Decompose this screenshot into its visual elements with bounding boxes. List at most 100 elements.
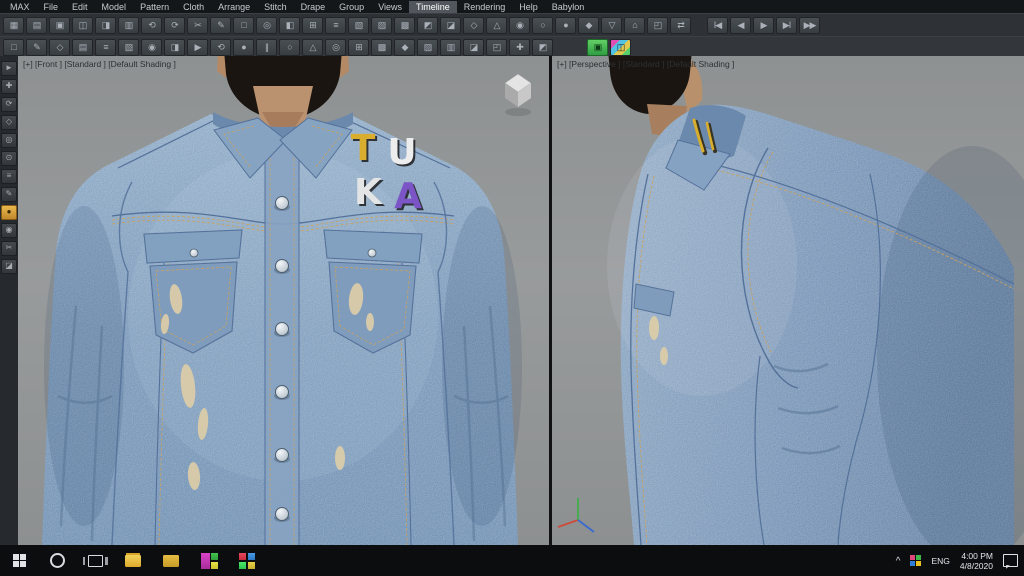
seam-tool-icon[interactable]: ▤ xyxy=(72,39,93,56)
menu-edit[interactable]: Edit xyxy=(65,1,95,13)
brush-icon[interactable]: ● xyxy=(1,205,17,220)
hidden-icons-chevron-icon[interactable]: ^ xyxy=(896,556,901,567)
layer-panel-icon[interactable]: ◩ xyxy=(417,17,438,34)
export-file-icon[interactable]: ◨ xyxy=(95,17,116,34)
print-icon[interactable]: ▥ xyxy=(118,17,139,34)
viewport-front[interactable]: [+] [Front ] [Standard ] [Default Shadin… xyxy=(18,56,549,545)
sync-views-icon[interactable]: ⇄ xyxy=(670,17,691,34)
pin-toggle-icon[interactable]: ◆ xyxy=(394,39,415,56)
menu-pattern[interactable]: Pattern xyxy=(133,1,176,13)
scissors-icon[interactable]: ✂ xyxy=(1,241,17,256)
menu-arrange[interactable]: Arrange xyxy=(211,1,257,13)
measure-tape-icon[interactable]: ≡ xyxy=(325,17,346,34)
edit-points-icon[interactable]: ✎ xyxy=(26,39,47,56)
pattern-panel-icon[interactable]: ▧ xyxy=(348,17,369,34)
sew-preview-icon[interactable]: ▧ xyxy=(118,39,139,56)
fill-tool-icon[interactable]: ● xyxy=(555,17,576,34)
step-back-icon[interactable]: ◀ xyxy=(730,17,751,34)
fold-tool-icon[interactable]: ◨ xyxy=(164,39,185,56)
menu-model[interactable]: Model xyxy=(95,1,134,13)
pause-sim-icon[interactable]: || xyxy=(256,39,277,56)
add-notch-icon[interactable]: ◇ xyxy=(49,39,70,56)
wireframe-view-icon[interactable]: ▥ xyxy=(440,39,461,56)
camera-view-icon[interactable]: ◰ xyxy=(647,17,668,34)
menu-file[interactable]: File xyxy=(37,1,66,13)
language-indicator[interactable]: ENG xyxy=(931,556,949,566)
menu-max[interactable]: MAX xyxy=(3,1,37,13)
menu-views[interactable]: Views xyxy=(371,1,409,13)
seam-toggle-icon[interactable]: ▩ xyxy=(371,39,392,56)
texture-view-icon[interactable]: ▨ xyxy=(417,39,438,56)
select-rect-icon[interactable]: □ xyxy=(233,17,254,34)
save-file-icon[interactable]: ▣ xyxy=(49,17,70,34)
pen-icon[interactable]: ✎ xyxy=(1,187,17,202)
menu-cloth[interactable]: Cloth xyxy=(176,1,211,13)
pan-icon[interactable]: ◎ xyxy=(1,133,17,148)
play-icon[interactable]: ▶ xyxy=(753,17,774,34)
move-icon[interactable]: ✚ xyxy=(1,79,17,94)
tray-app-icon[interactable] xyxy=(910,555,921,566)
task-view-button[interactable] xyxy=(76,545,114,576)
grid-toggle-icon[interactable]: ⊞ xyxy=(348,39,369,56)
menu-babylon[interactable]: Babylon xyxy=(545,1,592,13)
walkthrough-icon[interactable]: ◎ xyxy=(325,39,346,56)
rotate-tool-icon[interactable]: ◎ xyxy=(256,17,277,34)
circle-tool-icon[interactable]: ○ xyxy=(532,17,553,34)
design-app-1-icon[interactable] xyxy=(190,545,228,576)
magnet-icon[interactable]: ◪ xyxy=(1,259,17,274)
select-icon[interactable]: ► xyxy=(1,61,17,76)
file-explorer-icon[interactable] xyxy=(114,545,152,576)
menu-group[interactable]: Group xyxy=(332,1,371,13)
measure-icon[interactable]: ≡ xyxy=(1,169,17,184)
render-3d-icon[interactable]: ▣ xyxy=(587,39,608,56)
view-cube[interactable] xyxy=(505,74,531,116)
clock[interactable]: 4:00 PM 4/8/2020 xyxy=(960,551,993,571)
material-editor-icon[interactable]: ◫ xyxy=(610,39,631,56)
home-view-icon[interactable]: ⌂ xyxy=(624,17,645,34)
perspective-view-canvas[interactable] xyxy=(552,56,1024,545)
menu-help[interactable]: Help xyxy=(512,1,545,13)
menu-stitch[interactable]: Stitch xyxy=(257,1,294,13)
go-to-start-icon[interactable]: I◀ xyxy=(707,17,728,34)
colorway-icon[interactable]: ◩ xyxy=(532,39,553,56)
simulate-icon[interactable]: ● xyxy=(233,39,254,56)
stitch-tool-icon[interactable]: ≡ xyxy=(95,39,116,56)
drape-run-icon[interactable]: ▶ xyxy=(187,39,208,56)
fabric-panel-icon[interactable]: ▨ xyxy=(371,17,392,34)
rotate-icon[interactable]: ⟳ xyxy=(1,97,17,112)
shaded-view-icon[interactable]: ◪ xyxy=(463,39,484,56)
cut-pattern-icon[interactable]: ✂ xyxy=(187,17,208,34)
documents-folder-icon[interactable] xyxy=(152,545,190,576)
action-center-icon[interactable] xyxy=(1003,554,1018,567)
trim-panel-icon[interactable]: ▩ xyxy=(394,17,415,34)
swatch-panel-icon[interactable]: ◪ xyxy=(440,17,461,34)
pose-tool-icon[interactable]: △ xyxy=(302,39,323,56)
import-file-icon[interactable]: ◫ xyxy=(72,17,93,34)
design-app-2-icon[interactable] xyxy=(228,545,266,576)
viewport-perspective[interactable]: [+] [Perspective ] [Standard ] [Default … xyxy=(552,56,1024,545)
notch-tool-icon[interactable]: ◆ xyxy=(578,17,599,34)
avatar-panel-icon[interactable]: ○ xyxy=(279,39,300,56)
search-button[interactable] xyxy=(38,545,76,576)
pan-view-icon[interactable]: ✚ xyxy=(509,39,530,56)
front-view-canvas[interactable]: T U K A T U K A xyxy=(18,56,549,545)
menu-drape[interactable]: Drape xyxy=(294,1,333,13)
pin-icon[interactable]: ◉ xyxy=(1,223,17,238)
mirror-tool-icon[interactable]: ◧ xyxy=(279,17,300,34)
scale-tool-icon[interactable]: △ xyxy=(486,17,507,34)
snap-grid-icon[interactable]: ⊞ xyxy=(302,17,323,34)
step-forward-icon[interactable]: ▶I xyxy=(776,17,797,34)
menu-rendering[interactable]: Rendering xyxy=(457,1,513,13)
app-menu-icon[interactable]: ▦ xyxy=(3,17,24,34)
zoom-fit-icon[interactable]: ◰ xyxy=(486,39,507,56)
select-2d-icon[interactable]: □ xyxy=(3,39,24,56)
redo-icon[interactable]: ⟳ xyxy=(164,17,185,34)
flip-vertical-icon[interactable]: ▽ xyxy=(601,17,622,34)
pin-tool-icon[interactable]: ◉ xyxy=(141,39,162,56)
undo-icon[interactable]: ⟲ xyxy=(141,17,162,34)
pen-tool-icon[interactable]: ✎ xyxy=(210,17,231,34)
move-tool-icon[interactable]: ◇ xyxy=(463,17,484,34)
scale-icon[interactable]: ◇ xyxy=(1,115,17,130)
menu-timeline[interactable]: Timeline xyxy=(409,1,457,13)
go-to-end-icon[interactable]: ▶▶ xyxy=(799,17,820,34)
